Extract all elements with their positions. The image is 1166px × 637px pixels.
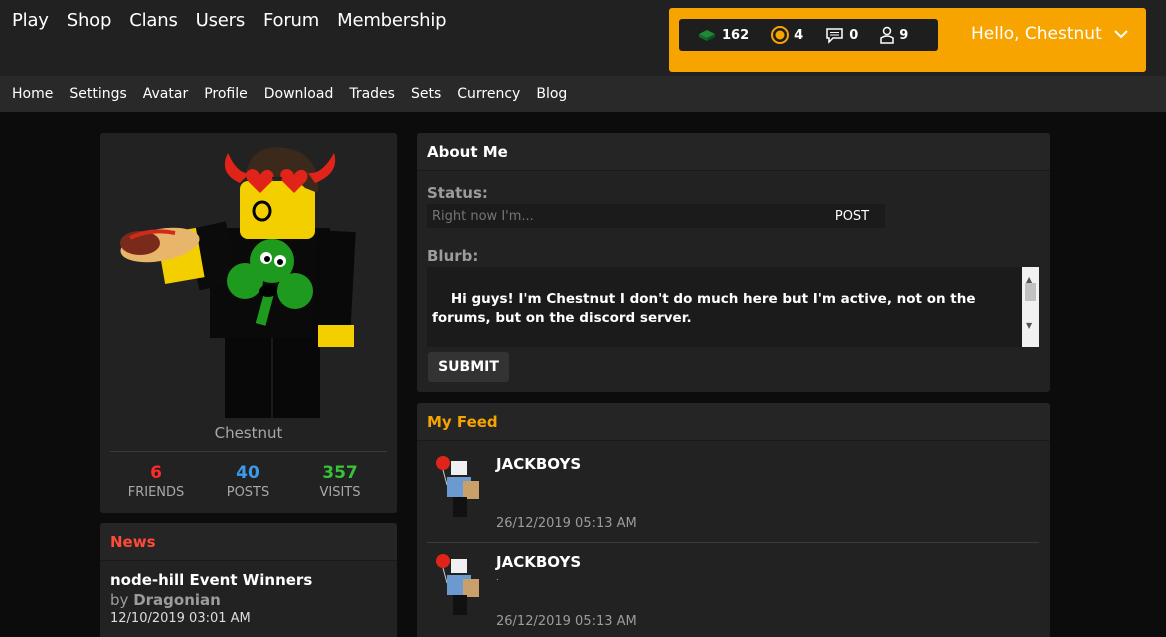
cash-stack-icon <box>697 28 717 42</box>
posts-count: 40 <box>236 463 260 483</box>
feed-username[interactable]: JACKBOYS <box>496 553 581 571</box>
blurb-label: Blurb: <box>427 247 479 265</box>
subnav-blog[interactable]: Blog <box>536 86 567 102</box>
top-navbar: Play Shop Clans Users Forum Membership 1… <box>0 0 1166 76</box>
nav-forum[interactable]: Forum <box>263 10 319 31</box>
feed-date: 26/12/2019 05:13 AM <box>496 516 637 531</box>
chevron-down-icon <box>1114 29 1128 38</box>
subnav-home[interactable]: Home <box>12 86 53 102</box>
visits-count: 357 <box>322 463 358 483</box>
feed-item: JACKBOYS 26/12/2019 05:13 AM <box>427 443 1039 541</box>
about-heading: About Me <box>417 133 1050 171</box>
feed-card: My Feed JACKBOYS 26/12/2019 05:13 AM JAC… <box>417 403 1050 637</box>
nav-users[interactable]: Users <box>196 10 246 31</box>
subnav-avatar[interactable]: Avatar <box>143 86 188 102</box>
feed-avatar[interactable] <box>433 553 489 623</box>
status-input[interactable] <box>427 204 819 228</box>
user-menu[interactable]: Hello, Chestnut <box>971 24 1128 44</box>
divider <box>110 451 387 452</box>
nav-clans[interactable]: Clans <box>129 10 178 31</box>
news-author[interactable]: Dragonian <box>133 591 221 609</box>
feed-avatar[interactable] <box>433 455 489 525</box>
friend-requests-count: 9 <box>899 27 909 43</box>
sub-nav: Home Settings Avatar Profile Download Tr… <box>0 76 1166 112</box>
friends-stat[interactable]: 6 FRIENDS <box>110 463 202 500</box>
user-panel: 162 4 0 9 Hello, Chestnut <box>669 8 1146 72</box>
messages-stat[interactable]: 0 <box>825 27 858 44</box>
news-item-title[interactable]: node-hill Event Winners <box>110 571 387 589</box>
main-nav: Play Shop Clans Users Forum Membership <box>12 10 464 31</box>
profile-stats: 6 FRIENDS 40 POSTS 357 VISITS <box>110 463 387 500</box>
messages-count: 0 <box>849 27 859 43</box>
nav-membership[interactable]: Membership <box>337 10 446 31</box>
subnav-trades[interactable]: Trades <box>349 86 395 102</box>
news-item[interactable]: node-hill Event Winners by Dragonian 12/… <box>100 561 397 636</box>
blurb-scrollbar[interactable]: ▲ ▼ <box>1022 267 1039 347</box>
bucks-count: 162 <box>722 27 750 43</box>
feed-username[interactable]: JACKBOYS <box>496 455 581 473</box>
friends-label: FRIENDS <box>127 485 185 500</box>
nav-play[interactable]: Play <box>12 10 49 31</box>
visits-label: VISITS <box>319 485 361 500</box>
submit-button[interactable]: SUBMIT <box>428 352 509 382</box>
bits-stat[interactable]: 4 <box>771 26 803 44</box>
status-label: Status: <box>427 184 488 202</box>
user-icon <box>880 26 894 44</box>
feed-date: 26/12/2019 05:13 AM <box>496 614 637 629</box>
profile-username: Chestnut <box>214 424 283 442</box>
feed-item: JACKBOYS . 26/12/2019 05:13 AM <box>427 541 1039 637</box>
posts-label: POSTS <box>226 485 270 500</box>
nav-shop[interactable]: Shop <box>67 10 112 31</box>
profile-card: Chestnut 6 FRIENDS 40 POSTS 357 VISITS <box>100 133 397 513</box>
news-by-prefix: by <box>110 591 129 609</box>
news-byline: by Dragonian <box>110 591 387 609</box>
bits-count: 4 <box>794 27 804 43</box>
post-button[interactable]: POST <box>819 204 885 228</box>
subnav-profile[interactable]: Profile <box>204 86 248 102</box>
subnav-settings[interactable]: Settings <box>69 86 126 102</box>
subnav-sets[interactable]: Sets <box>411 86 441 102</box>
about-card: About Me Status: POST Blurb: Hi guys! I'… <box>417 133 1050 392</box>
blurb-text: Hi guys! I'm Chestnut I don't do much he… <box>432 291 976 326</box>
friend-requests-stat[interactable]: 9 <box>880 26 908 44</box>
news-heading: News <box>100 523 397 561</box>
avatar <box>100 133 397 423</box>
visits-stat: 357 VISITS <box>294 463 386 500</box>
friends-count: 6 <box>150 463 162 483</box>
posts-stat[interactable]: 40 POSTS <box>202 463 294 500</box>
greeting-text: Hello, Chestnut <box>971 24 1102 44</box>
subnav-download[interactable]: Download <box>264 86 334 102</box>
subnav-currency[interactable]: Currency <box>457 86 520 102</box>
blurb-textarea[interactable]: Hi guys! I'm Chestnut I don't do much he… <box>427 267 1039 347</box>
scroll-thumb[interactable] <box>1025 283 1036 301</box>
scroll-down-icon[interactable]: ▼ <box>1026 316 1032 335</box>
news-date: 12/10/2019 03:01 AM <box>110 611 251 626</box>
feed-heading: My Feed <box>417 403 1050 441</box>
news-card: News node-hill Event Winners by Dragonia… <box>100 523 397 637</box>
message-icon <box>825 27 844 44</box>
bucks-stat[interactable]: 162 <box>697 28 749 43</box>
currency-stats: 162 4 0 9 <box>679 19 938 51</box>
feed-message: . <box>496 573 499 583</box>
coin-icon <box>771 26 790 44</box>
